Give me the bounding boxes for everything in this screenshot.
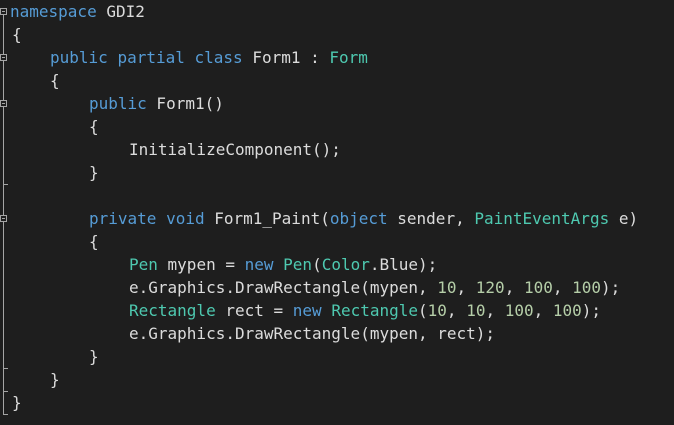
keyword-token: namespace bbox=[10, 2, 97, 21]
keyword-token: new bbox=[292, 301, 322, 320]
number-token: 10 bbox=[466, 301, 486, 320]
code-line-15: } bbox=[89, 345, 99, 368]
code-line-10: { bbox=[89, 230, 99, 253]
number-token: 100 bbox=[552, 301, 582, 320]
code-line-6: { bbox=[89, 115, 99, 138]
code-line-11: Pen mypen = new Pen(Color.Blue); bbox=[129, 253, 437, 276]
code-line-2: { bbox=[12, 23, 22, 46]
code-line-7: InitializeComponent(); bbox=[129, 138, 341, 161]
number-token: 120 bbox=[475, 278, 505, 297]
outlining-margin bbox=[0, 0, 10, 425]
code-line-14: e.Graphics.DrawRectangle(mypen, rect); bbox=[129, 322, 495, 345]
plain-token: , bbox=[485, 301, 505, 320]
plain-token: rect = bbox=[215, 301, 293, 320]
collapse-namespace-icon[interactable] bbox=[0, 8, 7, 15]
code-line-4: { bbox=[50, 69, 60, 92]
plain-token: Form1_Paint( bbox=[204, 209, 330, 228]
type-token: PaintEventArgs bbox=[474, 209, 610, 228]
plain-token: , bbox=[456, 278, 476, 297]
plain-token: ); bbox=[601, 278, 621, 297]
code-line-3: public partial class Form1 : Form bbox=[50, 46, 368, 69]
fold-guide-end bbox=[3, 184, 8, 185]
keyword-token: public bbox=[89, 94, 147, 113]
keyword-token: public bbox=[50, 48, 108, 67]
type-token: Pen bbox=[129, 255, 158, 274]
plain-token: , bbox=[533, 301, 553, 320]
brace-token: { bbox=[89, 117, 99, 136]
number-token: 100 bbox=[523, 278, 553, 297]
brace-token: { bbox=[50, 71, 60, 90]
brace-token: { bbox=[89, 232, 99, 251]
brace-token: } bbox=[89, 347, 99, 366]
code-editor[interactable]: namespace GDI2 { public partial class Fo… bbox=[0, 0, 674, 425]
number-token: 100 bbox=[572, 278, 602, 297]
collapse-class-icon[interactable] bbox=[0, 54, 7, 61]
brace-token: } bbox=[12, 393, 22, 412]
code-line-12: e.Graphics.DrawRectangle(mypen, 10, 120,… bbox=[129, 276, 620, 299]
type-token: Rectangle bbox=[129, 301, 216, 320]
brace-token: } bbox=[50, 370, 60, 389]
plain-token: sender, bbox=[387, 209, 475, 228]
fold-guide-end bbox=[3, 368, 8, 369]
number-token: 100 bbox=[504, 301, 534, 320]
plain-token: e.Graphics.DrawRectangle(mypen, bbox=[129, 278, 438, 297]
keyword-token: new bbox=[244, 255, 274, 274]
code-line-16: } bbox=[50, 368, 60, 391]
type-token: Form bbox=[329, 48, 368, 67]
plain-token: InitializeComponent(); bbox=[129, 140, 341, 159]
plain-token: e) bbox=[609, 209, 639, 228]
code-line-8: } bbox=[89, 161, 99, 184]
plain-token: ( bbox=[312, 255, 322, 274]
plain-token: , bbox=[552, 278, 573, 297]
keyword-token: partial bbox=[117, 48, 185, 67]
code-line-5: public Form1() bbox=[89, 92, 224, 115]
plain-token: e.Graphics.DrawRectangle(mypen, rect); bbox=[129, 324, 496, 343]
plain-token: ); bbox=[581, 301, 602, 320]
keyword-token: object bbox=[329, 209, 388, 228]
plain-token: mypen = bbox=[157, 255, 245, 274]
plain-token: Form1 : bbox=[242, 48, 330, 67]
brace-token: } bbox=[89, 163, 99, 182]
plain-token: , bbox=[504, 278, 524, 297]
code-line-1: namespace GDI2 bbox=[10, 0, 145, 23]
type-token: Pen bbox=[283, 255, 313, 274]
type-token: Rectangle bbox=[331, 301, 419, 320]
fold-guide-end bbox=[3, 414, 8, 415]
code-line-9: private void Form1_Paint(object sender, … bbox=[89, 207, 638, 230]
collapse-constructor-icon[interactable] bbox=[0, 100, 7, 107]
type-token: Color bbox=[321, 255, 370, 274]
number-token: 10 bbox=[437, 278, 457, 297]
brace-token: { bbox=[12, 25, 22, 44]
keyword-token: private bbox=[89, 209, 157, 228]
code-line-17: } bbox=[12, 391, 22, 414]
plain-token: GDI2 bbox=[96, 2, 145, 21]
fold-guide-end bbox=[3, 391, 8, 392]
code-line-13: Rectangle rect = new Rectangle(10, 10, 1… bbox=[129, 299, 601, 322]
plain-token: ( bbox=[418, 301, 428, 320]
keyword-token: void bbox=[166, 209, 205, 228]
plain-token: .Blue); bbox=[369, 255, 438, 274]
number-token: 10 bbox=[427, 301, 447, 320]
collapse-method-icon[interactable] bbox=[0, 215, 7, 222]
plain-token: Form1() bbox=[146, 94, 224, 113]
keyword-token: class bbox=[194, 48, 243, 67]
plain-token: , bbox=[446, 301, 467, 320]
